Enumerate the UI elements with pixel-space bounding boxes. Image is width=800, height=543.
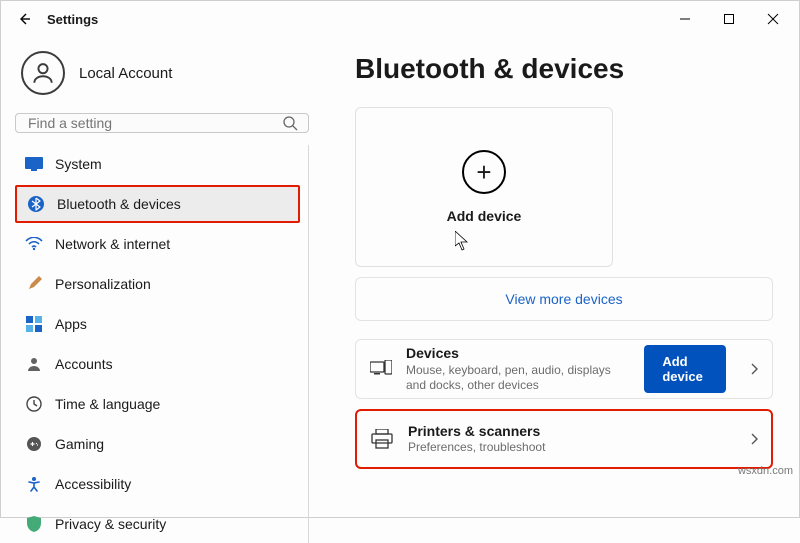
sidebar-item-gaming[interactable]: Gaming [15, 425, 300, 463]
titlebar: Settings [1, 1, 799, 37]
display-icon [25, 155, 43, 173]
clock-icon [25, 395, 43, 413]
devices-icon [370, 357, 392, 381]
sidebar-item-bluetooth[interactable]: Bluetooth & devices [15, 185, 300, 223]
row-printers[interactable]: Printers & scanners Preferences, trouble… [355, 409, 773, 469]
row-text: Devices Mouse, keyboard, pen, audio, dis… [406, 345, 630, 393]
sidebar-item-label: System [55, 156, 102, 172]
row-text: Printers & scanners Preferences, trouble… [408, 423, 545, 456]
sidebar-item-label: Privacy & security [55, 516, 166, 532]
chevron-right-icon [750, 363, 758, 375]
account-icon [25, 355, 43, 373]
row-title: Printers & scanners [408, 423, 545, 441]
maximize-icon [723, 13, 735, 25]
sidebar-item-label: Personalization [55, 276, 151, 292]
sidebar-item-label: Accounts [55, 356, 113, 372]
sidebar-item-network[interactable]: Network & internet [15, 225, 300, 263]
sidebar-item-privacy[interactable]: Privacy & security [15, 505, 300, 543]
page-title: Bluetooth & devices [355, 53, 773, 85]
view-more-devices[interactable]: View more devices [355, 277, 773, 321]
sidebar-item-personalization[interactable]: Personalization [15, 265, 300, 303]
plus-icon: + [462, 150, 506, 194]
add-device-label: Add device [447, 208, 522, 224]
maximize-button[interactable] [707, 1, 751, 37]
user-name: Local Account [79, 65, 172, 82]
window-controls [663, 1, 795, 37]
chevron-right-icon [750, 433, 758, 445]
search-input[interactable] [15, 113, 309, 133]
row-devices[interactable]: Devices Mouse, keyboard, pen, audio, dis… [355, 339, 773, 399]
search-icon [282, 115, 298, 131]
minimize-icon [679, 13, 691, 25]
accessibility-icon [25, 475, 43, 493]
sidebar-item-label: Bluetooth & devices [57, 196, 181, 212]
sidebar-item-time[interactable]: Time & language [15, 385, 300, 423]
nav-list: System Bluetooth & devices Network & int… [15, 145, 309, 543]
sidebar-item-accounts[interactable]: Accounts [15, 345, 300, 383]
back-arrow-icon [16, 11, 32, 27]
gaming-icon [25, 435, 43, 453]
sidebar-item-system[interactable]: System [15, 145, 300, 183]
sidebar-item-accessibility[interactable]: Accessibility [15, 465, 300, 503]
avatar [21, 51, 65, 95]
sidebar-item-label: Apps [55, 316, 87, 332]
sidebar-item-label: Accessibility [55, 476, 131, 492]
watermark: wsxdn.com [738, 465, 793, 477]
row-subtitle: Mouse, keyboard, pen, audio, displays an… [406, 363, 630, 393]
brush-icon [25, 275, 43, 293]
close-button[interactable] [751, 1, 795, 37]
add-device-button[interactable]: Add device [644, 345, 726, 393]
wifi-icon [25, 235, 43, 253]
bluetooth-icon [27, 195, 45, 213]
close-icon [767, 13, 779, 25]
sidebar-item-label: Network & internet [55, 236, 170, 252]
sidebar-item-apps[interactable]: Apps [15, 305, 300, 343]
user-block[interactable]: Local Account [15, 45, 309, 113]
row-title: Devices [406, 345, 630, 363]
apps-icon [25, 315, 43, 333]
window-title: Settings [47, 12, 98, 27]
minimize-button[interactable] [663, 1, 707, 37]
sidebar: Local Account System Bluetooth & devices… [1, 37, 319, 517]
search-field[interactable] [26, 114, 282, 132]
sidebar-item-label: Time & language [55, 396, 160, 412]
sidebar-item-label: Gaming [55, 436, 104, 452]
person-icon [30, 60, 56, 86]
printer-icon [370, 427, 394, 451]
main-panel: Bluetooth & devices + Add device View mo… [319, 37, 799, 517]
row-subtitle: Preferences, troubleshoot [408, 440, 545, 455]
back-button[interactable] [11, 6, 37, 32]
add-device-tile[interactable]: + Add device [355, 107, 613, 267]
